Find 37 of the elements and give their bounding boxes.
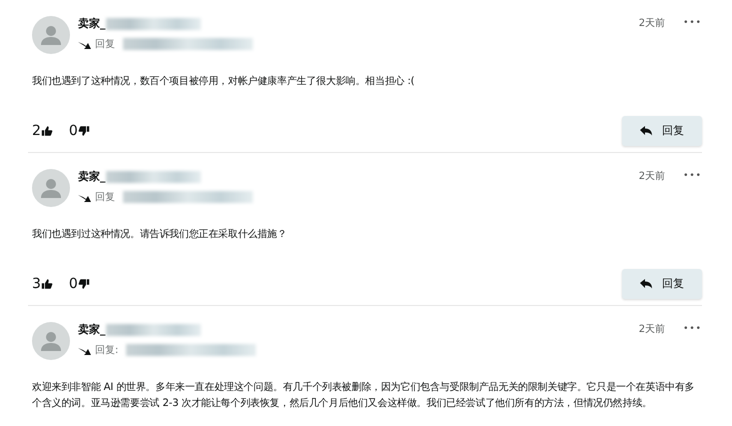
downvote-count: 0: [68, 122, 78, 140]
reply-to-label: 回复:: [95, 344, 118, 358]
reply-to-label: 回复: [95, 38, 115, 52]
author-name[interactable]: 卖家_: [78, 322, 106, 338]
reply-arrow-icon: [78, 192, 91, 202]
author-name[interactable]: 卖家_: [78, 16, 106, 32]
avatar-icon: [32, 16, 70, 54]
thumbs-up-icon: [40, 278, 53, 290]
more-options-button[interactable]: •••: [683, 170, 702, 184]
downvote-button[interactable]: 0: [68, 274, 90, 294]
avatar-icon: [32, 169, 70, 207]
reply-button[interactable]: 回复: [622, 116, 702, 146]
avatar-icon: [32, 322, 70, 360]
upvote-count: 2: [32, 122, 41, 140]
reply-arrow-icon: [640, 126, 652, 136]
post-text: 我们也遇到了这种情况，数百个项目被停用，对帐户健康率产生了很大影响。相当担心 :(: [32, 74, 416, 89]
upvote-count: 3: [32, 274, 41, 294]
upvote-button[interactable]: 2: [32, 120, 53, 142]
more-options-button[interactable]: •••: [683, 322, 702, 336]
post-text: 欢迎来到非智能 AI 的世界。多年来一直在处理这个问题。有几千个列表被删除，因为它们包含与受限制产品无关的限制关键字。它只是一个在英语中有多个含义的词。亚马逊需要尝试 2-3 次才能让每个列表恢复，然后几个月后他们又会这样做。我们已经尝试了他们所有的方法，但情况仍然持续。: [32, 380, 696, 411]
downvote-button[interactable]: 0: [68, 120, 90, 142]
reply-button[interactable]: 回复: [622, 269, 702, 299]
timestamp: 2天前: [638, 323, 666, 337]
author-name[interactable]: 卖家_: [78, 169, 106, 186]
reply-arrow-icon: [640, 279, 652, 289]
more-options-button[interactable]: •••: [683, 16, 702, 30]
thumbs-down-icon: [78, 125, 90, 137]
thumbs-up-icon: [40, 125, 53, 137]
downvote-count: 0: [68, 274, 78, 294]
upvote-button[interactable]: 3: [32, 274, 53, 294]
post-text: 我们也遇到过这种情况。请告诉我们您正在采取什么措施？: [32, 228, 288, 242]
reply-arrow-icon: [78, 40, 91, 48]
timestamp: 2天前: [638, 170, 666, 184]
thumbs-down-icon: [78, 278, 90, 290]
timestamp: 2天前: [638, 17, 666, 31]
reply-to-label: 回复: [95, 190, 115, 204]
reply-arrow-icon: [78, 346, 91, 354]
